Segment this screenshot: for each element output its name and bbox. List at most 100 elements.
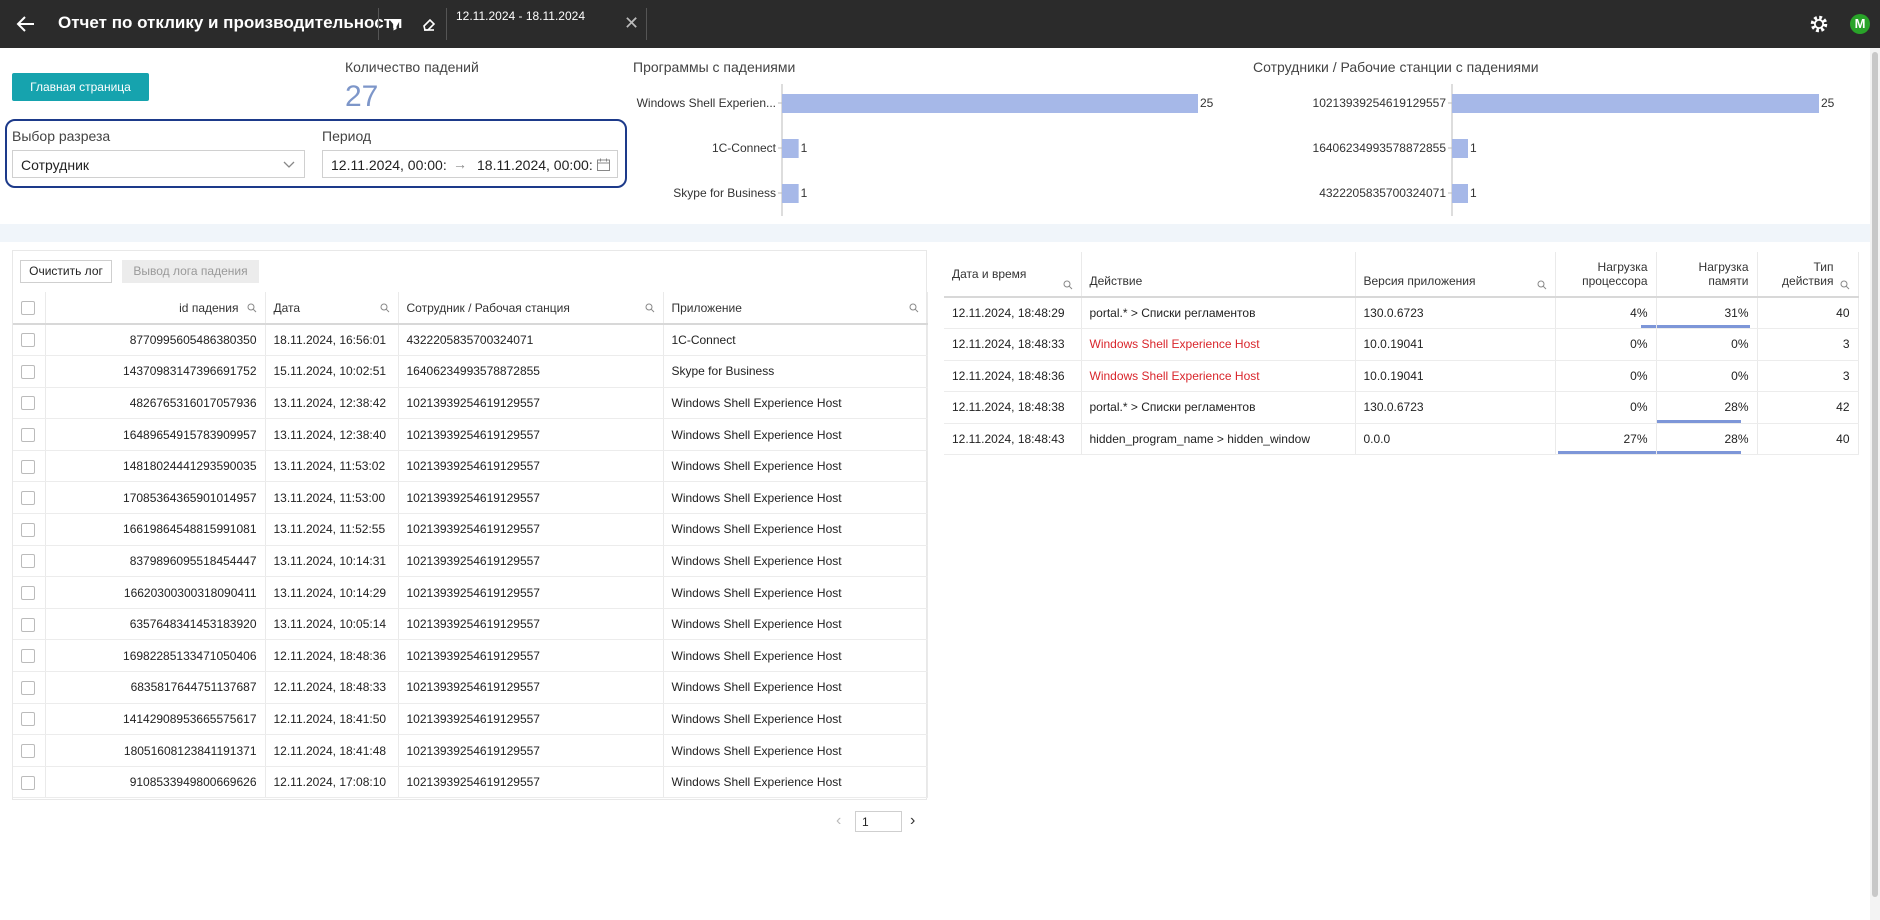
- chart-bar[interactable]: [782, 94, 1198, 113]
- table-row[interactable]: 16619864548815991081 13.11.2024, 11:52:55…: [13, 513, 928, 546]
- chart-bar[interactable]: [782, 184, 799, 203]
- employee-cell: 10213939254619129557: [398, 671, 664, 704]
- search-icon[interactable]: [247, 303, 257, 313]
- table-row[interactable]: 4826765316017057936 13.11.2024, 12:38:42 1…: [13, 387, 928, 420]
- chart-value-label: 1: [801, 186, 808, 200]
- col-action-type[interactable]: Тип действия: [1757, 252, 1859, 298]
- row-checkbox[interactable]: [21, 585, 35, 600]
- version-cell: 130.0.6723: [1355, 297, 1556, 329]
- application-cell: Windows Shell Experience Host: [663, 671, 928, 704]
- row-checkbox[interactable]: [21, 712, 35, 727]
- col-version[interactable]: Версия приложения: [1355, 252, 1556, 298]
- table-row[interactable]: 18051608123841191371 12.11.2024, 18:41:48…: [13, 734, 928, 767]
- action-cell-text: hidden_program_name > hidden_window: [1089, 431, 1311, 446]
- application-cell: Windows Shell Experience Host: [663, 576, 928, 609]
- col-datetime[interactable]: Дата и время: [944, 252, 1082, 298]
- row-checkbox[interactable]: [21, 427, 35, 442]
- table-row[interactable]: 14142908953665575617 12.11.2024, 18:41:50…: [13, 703, 928, 736]
- row-checkbox[interactable]: [21, 333, 35, 348]
- programs-chart-title: Программы с падениями: [633, 59, 796, 75]
- table-row[interactable]: 12.11.2024, 18:48:33 Windows Shell Experi…: [944, 328, 1859, 361]
- search-icon[interactable]: [909, 303, 919, 313]
- chart-bar[interactable]: [782, 139, 799, 158]
- gear-icon[interactable]: [1808, 13, 1830, 35]
- table-row[interactable]: 9108533949800669626 12.11.2024, 17:08:10 1…: [13, 766, 928, 799]
- row-checkbox[interactable]: [21, 743, 35, 758]
- col-crash-id[interactable]: id падения: [45, 292, 266, 325]
- chart-bar[interactable]: [1452, 184, 1468, 203]
- memory-load-cell-text: 28%: [1724, 400, 1749, 415]
- table-row[interactable]: 6835817644751137687 12.11.2024, 18:48:33 1…: [13, 671, 928, 704]
- table-row[interactable]: 12.11.2024, 18:48:43 hidden_program_name …: [944, 423, 1859, 455]
- next-page-icon[interactable]: ›: [910, 812, 924, 830]
- employee-cell: 10213939254619129557: [398, 450, 664, 483]
- search-icon[interactable]: [1063, 280, 1073, 290]
- employee-cell: 10213939254619129557: [398, 387, 664, 420]
- prev-page-icon[interactable]: ‹: [836, 812, 850, 830]
- application-cell: Windows Shell Experience Host: [663, 639, 928, 673]
- application-cell: Windows Shell Experience Host: [663, 450, 928, 483]
- col-memory-load[interactable]: Нагрузка памяти: [1656, 252, 1758, 298]
- employee-cell: 4322205835700324071: [398, 324, 664, 357]
- search-icon[interactable]: [380, 303, 390, 313]
- cpu-load-cell-text: 0%: [1630, 400, 1648, 415]
- chart-bar[interactable]: [1452, 94, 1819, 113]
- table-row[interactable]: 17085364365901014957 13.11.2024, 11:53:00…: [13, 481, 928, 515]
- search-icon[interactable]: [1840, 280, 1850, 290]
- col-date[interactable]: Дата: [265, 292, 399, 325]
- divider: [646, 8, 647, 40]
- date-cell: 12.11.2024, 18:48:36: [265, 639, 399, 673]
- row-checkbox[interactable]: [21, 775, 35, 790]
- calendar-icon[interactable]: [596, 157, 611, 172]
- row-checkbox[interactable]: [21, 617, 35, 632]
- back-arrow-icon[interactable]: [14, 12, 38, 36]
- table-row[interactable]: 16489654915783909957 13.11.2024, 12:38:40…: [13, 418, 928, 451]
- employee-cell: 10213939254619129557: [398, 734, 664, 767]
- home-button[interactable]: Главная страница: [12, 73, 149, 101]
- table-row[interactable]: 12.11.2024, 18:48:38 portal.* > Списки ре…: [944, 391, 1859, 424]
- row-checkbox[interactable]: [21, 396, 35, 411]
- row-checkbox[interactable]: [21, 364, 35, 379]
- table-row[interactable]: 16620300300318090411 13.11.2024, 10:14:29…: [13, 576, 928, 609]
- table-row[interactable]: 6357648341453183920 13.11.2024, 10:05:14 1…: [13, 608, 928, 641]
- slice-select[interactable]: Сотрудник: [12, 150, 305, 178]
- row-checkbox[interactable]: [21, 491, 35, 506]
- clear-log-button[interactable]: Очистить лог: [20, 260, 112, 283]
- cpu-load-cell: 0%: [1555, 391, 1657, 424]
- table-row[interactable]: 8770995605486380350 18.11.2024, 16:56:01 4…: [13, 324, 928, 357]
- col-action[interactable]: Действие: [1081, 252, 1356, 298]
- table-row[interactable]: 14370983147396691752 15.11.2024, 10:02:51…: [13, 355, 928, 388]
- date-cell: 13.11.2024, 12:38:40: [265, 418, 399, 451]
- table-row[interactable]: 14818024441293590035 13.11.2024, 11:53:02…: [13, 450, 928, 483]
- version-cell: 0.0.0: [1355, 423, 1556, 455]
- period-from-input[interactable]: 12.11.2024, 00:00:00: [331, 157, 447, 173]
- table-row[interactable]: 16982285133471050406 12.11.2024, 18:48:36…: [13, 639, 928, 673]
- row-checkbox[interactable]: [21, 459, 35, 474]
- period-range-picker[interactable]: 12.11.2024, 00:00:00 → 18.11.2024, 00:00…: [322, 150, 618, 178]
- action-type-cell-text: 40: [1836, 306, 1850, 320]
- col-employee[interactable]: Сотрудник / Рабочая станция: [398, 292, 664, 325]
- action-cell: portal.* > Списки регламентов: [1081, 297, 1356, 329]
- row-checkbox[interactable]: [21, 649, 35, 664]
- eraser-icon[interactable]: [418, 13, 440, 35]
- filter-icon[interactable]: [384, 13, 406, 35]
- row-checkbox[interactable]: [21, 522, 35, 537]
- page-number-input[interactable]: 1: [855, 811, 902, 832]
- table-row[interactable]: 8379896095518454447 13.11.2024, 10:14:31 1…: [13, 545, 928, 578]
- chart-bar[interactable]: [1452, 139, 1468, 158]
- table-row[interactable]: 12.11.2024, 18:48:36 Windows Shell Experi…: [944, 360, 1859, 392]
- close-icon[interactable]: ✕: [624, 14, 639, 32]
- page-scrollbar-thumb[interactable]: [1872, 52, 1878, 897]
- select-all-checkbox[interactable]: [21, 300, 35, 315]
- col-cpu-load[interactable]: Нагрузка процессора: [1555, 252, 1657, 298]
- col-application[interactable]: Приложение: [663, 292, 928, 325]
- table-row[interactable]: 12.11.2024, 18:48:29 portal.* > Списки ре…: [944, 297, 1859, 329]
- row-checkbox[interactable]: [21, 680, 35, 695]
- date-cell: 15.11.2024, 10:02:51: [265, 355, 399, 388]
- search-icon[interactable]: [645, 303, 655, 313]
- period-to-input[interactable]: 18.11.2024, 00:00:00: [477, 157, 593, 173]
- avatar[interactable]: M: [1850, 14, 1870, 34]
- row-checkbox[interactable]: [21, 554, 35, 569]
- employee-cell: 10213939254619129557: [398, 418, 664, 451]
- search-icon[interactable]: [1537, 280, 1547, 290]
